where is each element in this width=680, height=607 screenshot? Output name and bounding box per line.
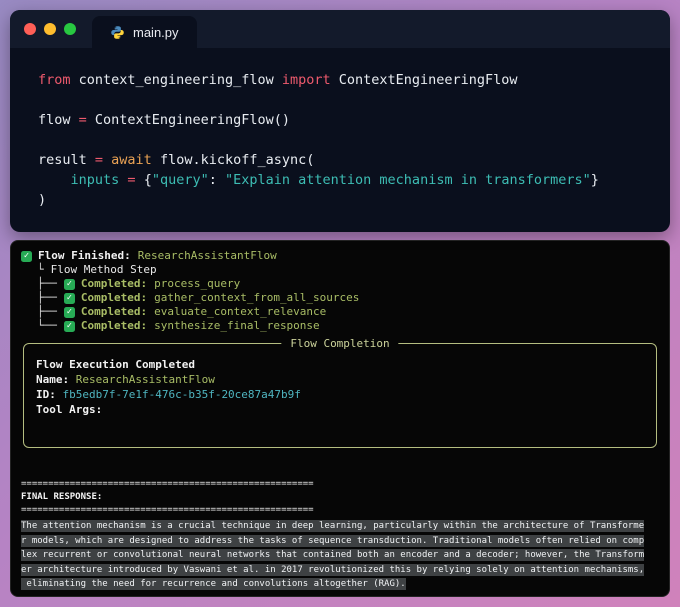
step-name: process_query — [154, 277, 241, 290]
close-button[interactable] — [24, 23, 36, 35]
wallpaper-gradient: main.py from context_engineering_flow im… — [0, 0, 680, 607]
final-response-line: lex recurrent or convolutional neural ne… — [21, 549, 645, 561]
flow-completion-panel: Flow Completion Flow Execution Completed… — [23, 337, 657, 448]
panel-row-label: Tool Args: — [36, 403, 103, 416]
flow-method-step-label: Flow Method Step — [50, 263, 157, 276]
final-response-section: ========================================… — [21, 478, 659, 593]
code-line: result = await flow.kickoff_async( — [38, 152, 315, 168]
flow-finished-row: ✓ Flow Finished: ResearchAssistantFlow — [21, 249, 659, 263]
step-name: gather_context_from_all_sources — [154, 291, 360, 304]
final-response-line: er architecture introduced by Vaswani et… — [21, 563, 645, 576]
flow-finished-label: Flow Finished: — [38, 249, 131, 262]
code-editor-window: main.py from context_engineering_flow im… — [10, 10, 670, 232]
step-status-label: Completed: — [80, 291, 148, 304]
code-line: from context_engineering_flow import Con… — [38, 72, 518, 88]
tree-branch-glyph: └── — [37, 319, 57, 332]
step-status-label: Completed: — [80, 319, 148, 332]
check-icon: ✓ — [21, 250, 32, 262]
final-response-label: FINAL RESPONSE: — [21, 492, 103, 502]
code-line: inputs = {"query": "Explain attention me… — [70, 172, 599, 188]
step-status-label: Completed: — [80, 277, 148, 290]
final-response-text: The attention mechanism is a crucial tec… — [21, 520, 659, 593]
tab-label: main.py — [133, 24, 179, 40]
tree-corner-glyph: └ — [37, 263, 44, 276]
step-name: synthesize_final_response — [154, 319, 320, 332]
panel-title: Flow Completion — [281, 337, 399, 351]
flow-step-row: ├── ✓ Completed: process_query — [21, 277, 659, 291]
step-name: evaluate_context_relevance — [154, 305, 327, 318]
completion-panel-row: Name: ResearchAssistantFlow — [36, 372, 644, 387]
editor-titlebar: main.py — [10, 10, 670, 48]
tree-branch-glyph: ├── — [37, 291, 57, 304]
panel-row-label: Flow Execution Completed — [36, 358, 195, 371]
zoom-button[interactable] — [64, 23, 76, 35]
panel-row-value: fb5edb7f-7e1f-476c-b35f-20ce87a47b9f — [55, 388, 301, 401]
window-controls — [10, 10, 92, 48]
code-line: ) — [38, 192, 47, 208]
step-status-label: Completed: — [80, 305, 148, 318]
code-area[interactable]: from context_engineering_flow import Con… — [10, 48, 670, 210]
flow-step-row: ├── ✓ Completed: evaluate_context_relevance — [21, 305, 659, 319]
check-icon: ✓ — [63, 278, 75, 290]
flow-step-row: └── ✓ Completed: synthesize_final_response — [21, 319, 659, 333]
completion-panel-row: Tool Args: — [36, 402, 644, 417]
check-icon: ✓ — [63, 306, 75, 318]
minimize-button[interactable] — [44, 23, 56, 35]
separator-line: ========================================… — [21, 479, 314, 489]
terminal-output-panel: ✓ Flow Finished: ResearchAssistantFlow └… — [10, 240, 670, 597]
flow-step-row: ├── ✓ Completed: gather_context_from_all_so… — [21, 291, 659, 305]
flow-finished-value: ResearchAssistantFlow — [137, 249, 277, 262]
check-icon: ✓ — [63, 320, 75, 332]
panel-rows: Flow Execution Completed Name: ResearchAs… — [36, 357, 644, 417]
panel-row-value: ResearchAssistantFlow — [69, 373, 215, 386]
final-response-line: The attention mechanism is a crucial tec… — [21, 520, 645, 532]
flow-method-step-row: └ Flow Method Step — [21, 263, 659, 277]
completion-panel-row: Flow Execution Completed — [36, 357, 644, 372]
tree-branch-glyph: ├── — [37, 277, 57, 290]
code-line: flow = ContextEngineeringFlow() — [38, 112, 290, 128]
separator-line: ========================================… — [21, 505, 314, 515]
flow-steps-list: ├── ✓ Completed: process_query ├── ✓ Completed… — [21, 277, 659, 333]
tab-main-py[interactable]: main.py — [92, 16, 197, 48]
final-response-line: r models, which are designed to address … — [21, 534, 645, 547]
final-response-line: eliminating the need for recurrence and … — [21, 578, 406, 590]
panel-row-label: Name: — [36, 373, 70, 386]
panel-row-label: ID: — [36, 388, 56, 401]
completion-panel-row: ID: fb5edb7f-7e1f-476c-b35f-20ce87a47b9f — [36, 387, 644, 402]
check-icon: ✓ — [63, 292, 75, 304]
tree-branch-glyph: ├── — [37, 305, 57, 318]
python-icon — [110, 25, 125, 40]
